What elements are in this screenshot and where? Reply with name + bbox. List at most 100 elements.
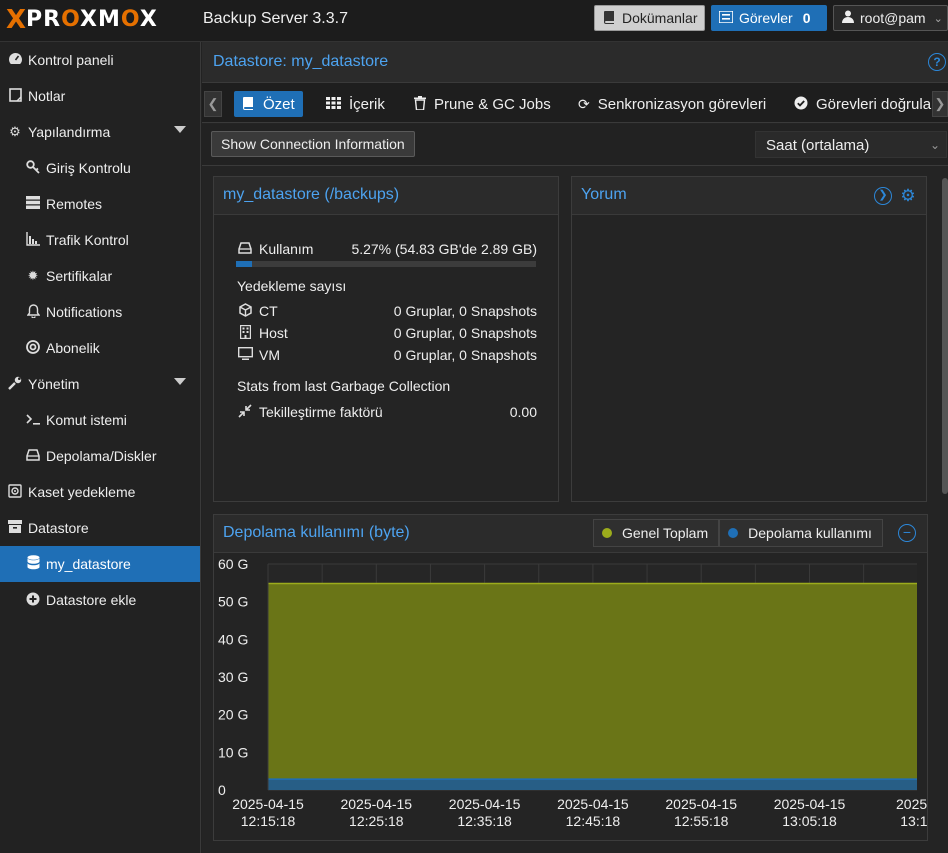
sidebar-item-label: Komut istemi xyxy=(46,412,127,428)
tab-prune-gc-jobs[interactable]: Prune & GC Jobs xyxy=(406,91,559,117)
documentation-label: Dokümanlar xyxy=(622,10,698,26)
sidebar-item-label: Giriş Kontrolu xyxy=(46,160,131,176)
tab-summary[interactable]: Özet xyxy=(234,91,303,117)
sidebar-item-label: my_datastore xyxy=(46,556,131,572)
dedup-value: 0.00 xyxy=(509,404,537,420)
help-icon[interactable]: ? xyxy=(928,53,946,71)
sidebar-item-label: Kaset yedekleme xyxy=(28,484,136,500)
datastore-summary-panel: my_datastore (/backups) Kullanım 5.27% (… xyxy=(213,176,559,502)
traffic-bars-icon xyxy=(24,231,42,249)
toolbar: Show Connection Information Saat (ortala… xyxy=(202,124,948,166)
tasks-button[interactable]: Görevler 0 xyxy=(711,5,827,31)
collapse-caret-icon[interactable] xyxy=(174,126,186,133)
scrollbar[interactable] xyxy=(942,178,948,494)
legend-label: Depolama kullanımı xyxy=(748,525,872,541)
legend-item-total[interactable]: Genel Toplam xyxy=(593,519,720,547)
row-value: 0 Gruplar, 0 Snapshots xyxy=(393,325,537,341)
sidebar-item-subscription[interactable]: Abonelik xyxy=(0,330,200,366)
x-tick-time-label: 12:25:18 xyxy=(349,813,404,829)
panel-title: my_datastore (/backups) xyxy=(223,186,400,203)
sidebar-item-label: Depolama/Diskler xyxy=(46,448,157,464)
proxmox-logo[interactable]: X PROXMOX xyxy=(6,5,158,35)
row-label: VM xyxy=(259,347,280,363)
sidebar-item-administration[interactable]: Yönetim xyxy=(0,366,200,402)
sidebar-item-add-datastore[interactable]: Datastore ekle xyxy=(0,582,200,618)
chevron-right-circle-icon[interactable]: ❯ xyxy=(874,187,892,205)
sync-icon: ⟳ xyxy=(578,95,590,112)
row-value: 0 Gruplar, 0 Snapshots xyxy=(393,347,537,363)
sidebar-item-storage-disks[interactable]: Depolama/Diskler xyxy=(0,438,200,474)
x-tick-date-label: 2025-04-15 xyxy=(665,796,737,812)
tab-label: Senkronizasyon görevleri xyxy=(597,95,767,113)
y-tick-label: 60 G xyxy=(218,556,248,572)
book-icon xyxy=(242,96,255,113)
tab-scroll-left-icon[interactable]: ❮ xyxy=(204,91,222,117)
x-tick-date-label: 2025-04-15 xyxy=(557,796,629,812)
x-tick-time-label: 13:05:18 xyxy=(782,813,837,829)
grid-icon xyxy=(326,96,341,112)
x-tick-time-label: 12:55:18 xyxy=(674,813,729,829)
sidebar-item-label: Notlar xyxy=(28,88,66,104)
page-title: Datastore: my_datastore xyxy=(213,53,389,70)
sidebar-item-label: Remotes xyxy=(46,196,103,212)
top-bar: X PROXMOX Backup Server 3.3.7 Dokümanlar… xyxy=(0,0,948,42)
tape-icon xyxy=(6,483,24,501)
host-row: Host 0 Gruplar, 0 Snapshots xyxy=(237,323,537,343)
tab-content[interactable]: İçerik xyxy=(318,91,393,117)
collapse-caret-icon[interactable] xyxy=(174,378,186,385)
sidebar-item-label: Datastore ekle xyxy=(46,592,137,608)
sidebar-item-remotes[interactable]: Remotes xyxy=(0,186,200,222)
sidebar-item-shell[interactable]: Komut istemi xyxy=(0,402,200,438)
usage-progress-bar xyxy=(236,261,536,267)
sidebar-item-label: Notifications xyxy=(46,304,123,320)
sidebar-item-label: Sertifikalar xyxy=(46,268,113,284)
sidebar-item-label: Abonelik xyxy=(46,340,100,356)
legend-item-usage[interactable]: Depolama kullanımı xyxy=(719,519,883,547)
x-tick-date-label: 2025-04-15 xyxy=(449,796,521,812)
panel-header: my_datastore (/backups) xyxy=(214,177,558,215)
bell-icon xyxy=(24,303,42,321)
comment-panel: Yorum ❯ ⚙ xyxy=(571,176,927,502)
gear-icon[interactable]: ⚙ xyxy=(899,187,917,205)
timeframe-select[interactable]: Saat (ortalama) ⌄ xyxy=(755,131,947,158)
datastore-header: Datastore: my_datastore ? xyxy=(202,42,948,83)
vm-row: VM 0 Gruplar, 0 Snapshots xyxy=(237,345,537,365)
documentation-button[interactable]: Dokümanlar xyxy=(594,5,705,31)
sidebar-item-dashboard[interactable]: Kontrol paneli xyxy=(0,42,200,78)
y-tick-label: 20 G xyxy=(218,707,248,723)
product-version: Backup Server 3.3.7 xyxy=(203,10,348,27)
user-menu-button[interactable]: root@pam ⌄ xyxy=(833,5,948,31)
dedup-row: Tekilleştirme faktörü 0.00 xyxy=(237,402,537,422)
x-tick-time-label: 12:15:18 xyxy=(241,813,296,829)
tab-label: Görevleri doğrula xyxy=(816,95,932,113)
sidebar-item-notes[interactable]: Notlar xyxy=(0,78,200,114)
show-connection-info-button[interactable]: Show Connection Information xyxy=(211,131,415,157)
sidebar-item-access-control[interactable]: Giriş Kontrolu xyxy=(0,150,200,186)
x-tick-time-label: 13:15 xyxy=(900,813,927,829)
sidebar-item-label: Datastore xyxy=(28,520,89,536)
sidebar-item-my-datastore[interactable]: my_datastore xyxy=(0,546,200,582)
sidebar-item-configuration[interactable]: ⚙ Yapılandırma xyxy=(0,114,200,150)
sidebar-item-label: Kontrol paneli xyxy=(28,52,114,68)
sidebar-item-datastore[interactable]: Datastore xyxy=(0,510,200,546)
sidebar-item-traffic-control[interactable]: Trafik Kontrol xyxy=(0,222,200,258)
hdd-icon xyxy=(237,241,253,257)
tab-verify-jobs[interactable]: Görevleri doğrula xyxy=(786,91,939,117)
x-tick-date-label: 2025-04-15 xyxy=(232,796,304,812)
terminal-icon xyxy=(24,413,42,428)
tab-scroll-right-icon[interactable]: ❯ xyxy=(932,91,948,117)
sidebar-item-tape-backup[interactable]: Kaset yedekleme xyxy=(0,474,200,510)
x-tick-date-label: 2025-0 xyxy=(896,796,927,812)
certificate-icon: ✹ xyxy=(27,268,39,283)
wrench-icon xyxy=(6,376,24,393)
row-value: 0 Gruplar, 0 Snapshots xyxy=(393,303,537,319)
tab-bar: ❮ Özet İçerik Prune & GC Jobs ⟳ Senkroni… xyxy=(202,83,948,123)
tab-sync-jobs[interactable]: ⟳ Senkronizasyon görevleri xyxy=(570,91,774,117)
sidebar-item-label: Yönetim xyxy=(28,376,80,392)
collapse-legend-icon[interactable]: − xyxy=(898,524,916,542)
panel-title: Yorum xyxy=(581,186,627,203)
chevron-down-icon: ⌄ xyxy=(933,12,943,25)
sidebar-item-certificates[interactable]: ✹ Sertifikalar xyxy=(0,258,200,294)
gears-icon: ⚙ xyxy=(9,124,21,139)
sidebar-item-notifications[interactable]: Notifications xyxy=(0,294,200,330)
